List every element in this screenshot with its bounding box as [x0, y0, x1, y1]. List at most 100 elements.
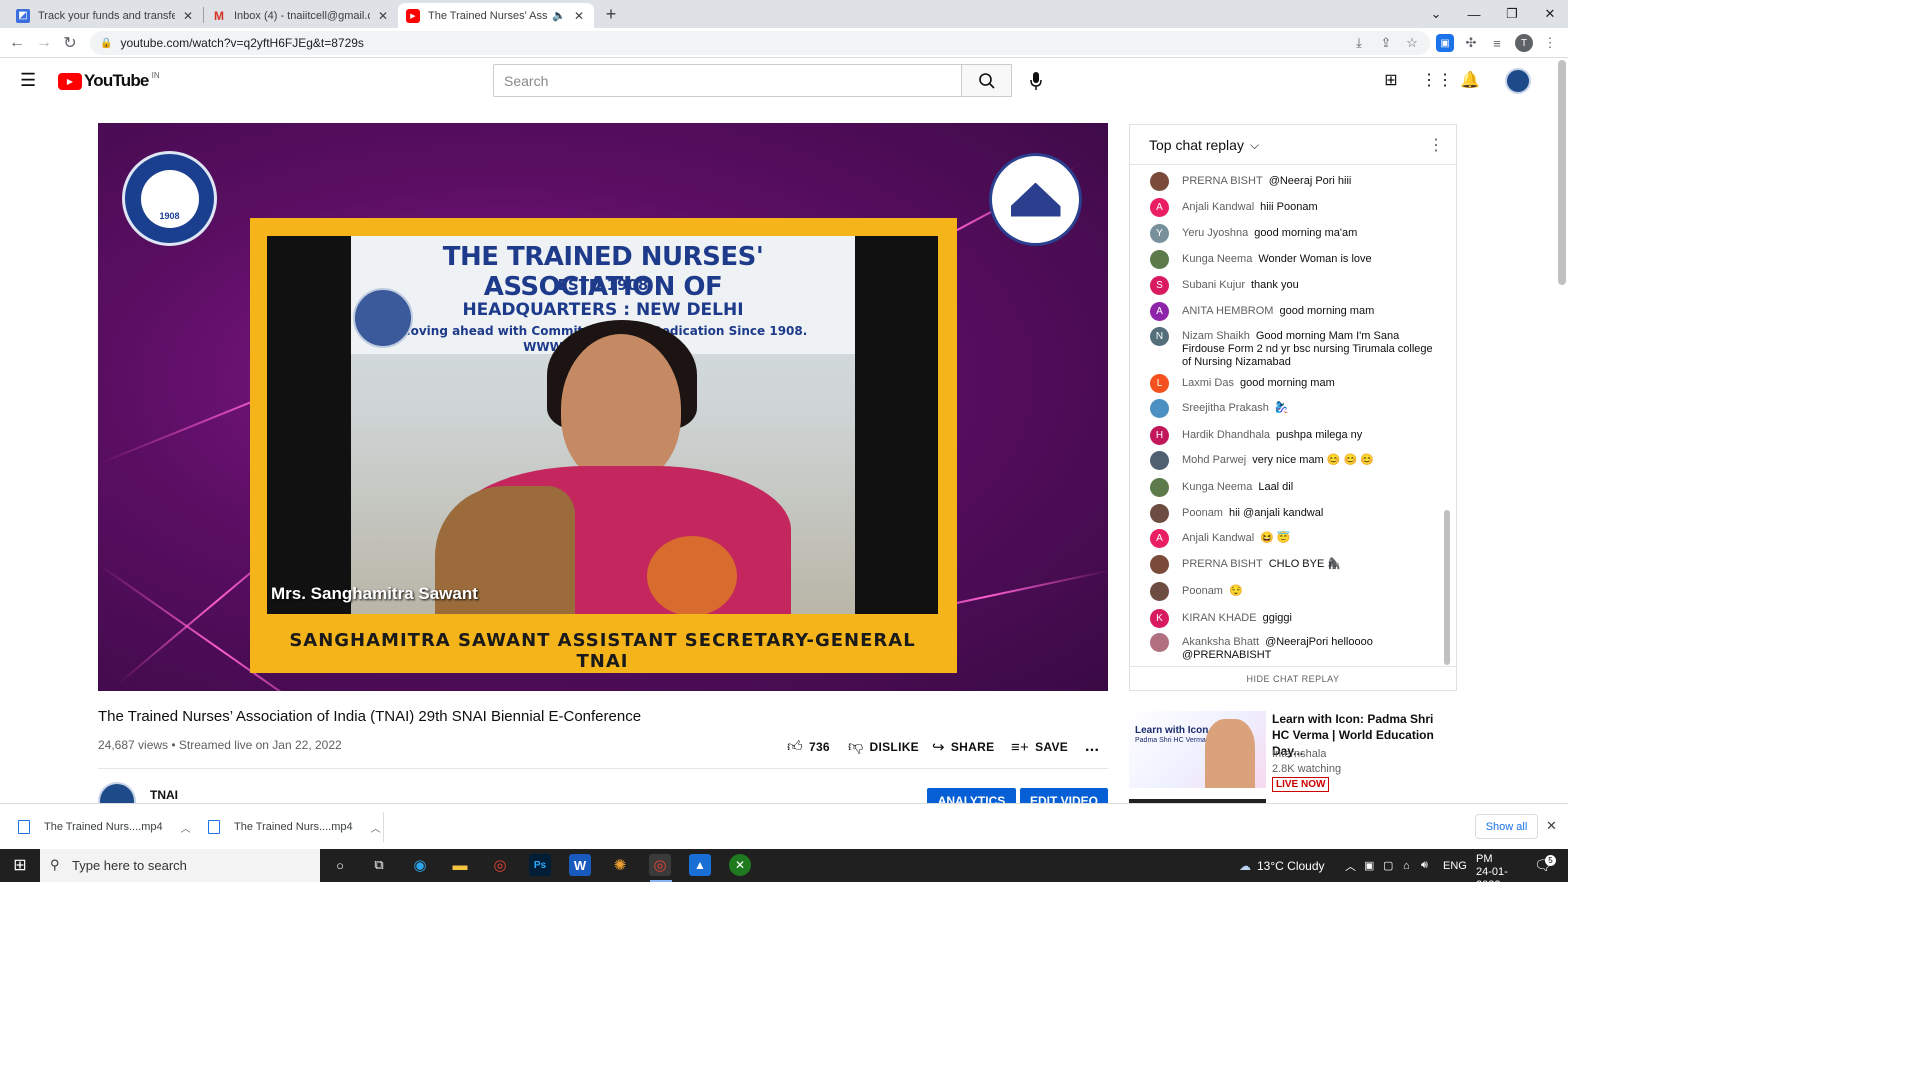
notifications-bell-icon[interactable]: 🔔: [1460, 71, 1480, 91]
tab-youtube[interactable]: ▶ The Trained Nurses' Associati 🔈 ✕: [398, 3, 594, 28]
save-button[interactable]: ≡+ SAVE: [1011, 737, 1068, 757]
profile-avatar[interactable]: T: [1515, 34, 1533, 52]
photos-viewer-icon[interactable]: ▲: [689, 854, 711, 876]
apps-grid-icon[interactable]: ⋮⋮: [1421, 71, 1453, 91]
tab-gmail[interactable]: M Inbox (4) - tnaiitcell@gmail.com ✕: [204, 3, 398, 28]
chevron-up-icon[interactable]: ︿: [371, 820, 381, 835]
chat-message[interactable]: K KIRAN KHADE ggiggi: [1150, 609, 1435, 628]
tnai-logo: 1908: [122, 151, 217, 246]
close-downloads-icon[interactable]: ✕: [1546, 818, 1557, 834]
chat-author-avatar: [1150, 250, 1169, 269]
download-item[interactable]: The Trained Nurs....mp4 ︿: [208, 804, 381, 850]
tab-search-chevron-icon[interactable]: ⌄: [1417, 0, 1455, 28]
chat-message[interactable]: A Anjali Kandwal 😆 😇: [1150, 529, 1435, 548]
search-icon: [978, 72, 995, 89]
chrome-menu-icon[interactable]: ⋮: [1541, 34, 1559, 52]
language-indicator[interactable]: ENG: [1443, 849, 1467, 882]
analytics-button[interactable]: ANALYTICS: [927, 788, 1016, 803]
chat-message[interactable]: Poonam 😌: [1150, 582, 1435, 601]
chat-message[interactable]: Poonam hii @anjali kandwal: [1150, 504, 1435, 523]
chrome-active-icon[interactable]: ◎: [649, 854, 671, 876]
task-view-icon[interactable]: ⧉: [368, 854, 390, 876]
photos-app-icon[interactable]: ✺: [609, 854, 631, 876]
chevron-up-icon[interactable]: ︿: [181, 820, 191, 835]
chat-message[interactable]: Akanksha Bhatt @NeerajPori helloooo @PRER…: [1150, 633, 1435, 662]
address-bar[interactable]: 🔒 youtube.com/watch?v=q2yftH6FJEg&t=8729…: [90, 31, 1430, 55]
cortana-icon[interactable]: ○: [329, 854, 351, 876]
windows-start-icon[interactable]: ⊞: [9, 854, 31, 876]
taskbar-search-input[interactable]: ⚲ Type here to search: [40, 849, 320, 882]
show-all-downloads-button[interactable]: Show all: [1475, 814, 1538, 839]
menu-hamburger-icon[interactable]: ☰: [20, 71, 38, 89]
network-icon[interactable]: ⌂: [1403, 849, 1410, 882]
chat-message[interactable]: N Nizam Shaikh Good morning Mam I'm Sana F…: [1150, 327, 1435, 369]
recommendation-thumbnail[interactable]: Learn with Icon Padma Shri HC Verma: [1129, 711, 1266, 788]
photoshop-icon[interactable]: Ps: [529, 854, 551, 876]
chat-menu-icon[interactable]: ⋮: [1428, 135, 1444, 155]
chat-author-avatar: Y: [1150, 224, 1169, 243]
file-explorer-icon[interactable]: ▬: [449, 854, 471, 876]
search-input[interactable]: Search: [493, 64, 962, 97]
edit-video-button[interactable]: EDIT VIDEO: [1020, 788, 1108, 803]
install-icon[interactable]: ⤓: [1350, 34, 1368, 52]
chat-message[interactable]: Kunga Neema Laal dil: [1150, 478, 1435, 497]
chat-message[interactable]: PRERNA BISHT CHLO BYE 🦍: [1150, 555, 1435, 574]
reload-icon[interactable]: ↻: [59, 32, 81, 54]
download-item[interactable]: The Trained Nurs....mp4 ︿: [18, 804, 191, 850]
youtube-logo[interactable]: ▶ YouTube IN: [58, 71, 160, 91]
chat-message[interactable]: L Laxmi Das good morning mam: [1150, 374, 1435, 393]
share-page-icon[interactable]: ⇪: [1377, 34, 1395, 52]
chat-message[interactable]: A ANITA HEMBROM good morning mam: [1150, 302, 1435, 321]
chat-message[interactable]: Mohd Parwej very nice mam 😊 😊 😊: [1150, 451, 1435, 470]
chat-mode-dropdown[interactable]: Top chat replay ⌵: [1149, 137, 1259, 153]
xbox-icon[interactable]: ✕: [729, 854, 751, 876]
forward-icon[interactable]: →: [33, 32, 55, 54]
tray-meet-icon[interactable]: ▢: [1383, 849, 1393, 882]
more-actions-button[interactable]: ...: [1085, 737, 1099, 757]
thumbnail-person: [1205, 719, 1255, 788]
recommendation-channel[interactable]: Internshala: [1272, 748, 1326, 760]
search-button[interactable]: [961, 64, 1012, 97]
new-tab-button[interactable]: +: [602, 4, 620, 24]
extensions-puzzle-icon[interactable]: ✣: [1462, 34, 1480, 52]
clock[interactable]: 12:06 PM 24-01-2022: [1476, 840, 1520, 891]
dislike-button[interactable]: 👎︎ DISLIKE: [848, 737, 919, 757]
close-window-icon[interactable]: ✕: [1531, 0, 1569, 28]
word-icon[interactable]: W: [569, 854, 591, 876]
tray-chevron-up-icon[interactable]: ︿: [1345, 849, 1356, 882]
chat-message[interactable]: S Subani Kujur thank you: [1150, 276, 1435, 295]
video-player[interactable]: 1908 THE TRAINED NURSES' ASSOCIATION OF …: [98, 123, 1108, 691]
back-icon[interactable]: ←: [6, 32, 28, 54]
weather-widget[interactable]: ☁ 13°C Cloudy: [1239, 849, 1325, 882]
tab-funds[interactable]: ◩ Track your funds and transfers or ✕: [8, 3, 203, 28]
close-tab-icon[interactable]: ✕: [181, 9, 195, 23]
close-tab-icon[interactable]: ✕: [572, 9, 586, 23]
chrome-icon[interactable]: ◎: [489, 854, 511, 876]
channel-avatar[interactable]: [1505, 68, 1531, 94]
edge-icon[interactable]: ◉: [409, 854, 431, 876]
share-button[interactable]: ↪ SHARE: [932, 737, 994, 757]
bookmark-star-icon[interactable]: ☆: [1403, 34, 1421, 52]
chat-message[interactable]: H Hardik Dhandhala pushpa milega ny: [1150, 426, 1435, 445]
create-video-icon[interactable]: ⊞: [1381, 71, 1401, 91]
chat-message[interactable]: Kunga Neema Wonder Woman is love: [1150, 250, 1435, 269]
chat-message[interactable]: Sreejitha Prakash 🧞‍♀️: [1150, 399, 1435, 418]
reading-list-icon[interactable]: ≡: [1488, 34, 1506, 52]
page-scrollbar[interactable]: [1558, 60, 1566, 285]
channel-avatar[interactable]: [98, 782, 136, 803]
tray-app-icon[interactable]: ▣: [1364, 849, 1374, 882]
zoom-extension-icon[interactable]: ▣: [1436, 34, 1454, 52]
speaker-icon[interactable]: 🔈: [552, 9, 566, 22]
volume-icon[interactable]: 🔊︎: [1421, 849, 1428, 882]
chat-message[interactable]: Y Yeru Jyoshna good morning ma'am: [1150, 224, 1435, 243]
chat-scrollbar[interactable]: [1444, 510, 1450, 665]
voice-search-button[interactable]: [1026, 70, 1046, 92]
channel-name[interactable]: TNAI: [150, 788, 178, 802]
minimize-icon[interactable]: —: [1455, 0, 1493, 28]
close-tab-icon[interactable]: ✕: [376, 9, 390, 23]
maximize-icon[interactable]: ❐: [1493, 0, 1531, 28]
hide-chat-replay-button[interactable]: HIDE CHAT REPLAY: [1130, 666, 1456, 691]
chat-message[interactable]: PRERNA BISHT @Neeraj Pori hiii: [1150, 172, 1435, 191]
like-button[interactable]: 👍︎ 736: [787, 737, 830, 757]
chat-message[interactable]: A Anjali Kandwal hiii Poonam: [1150, 198, 1435, 217]
